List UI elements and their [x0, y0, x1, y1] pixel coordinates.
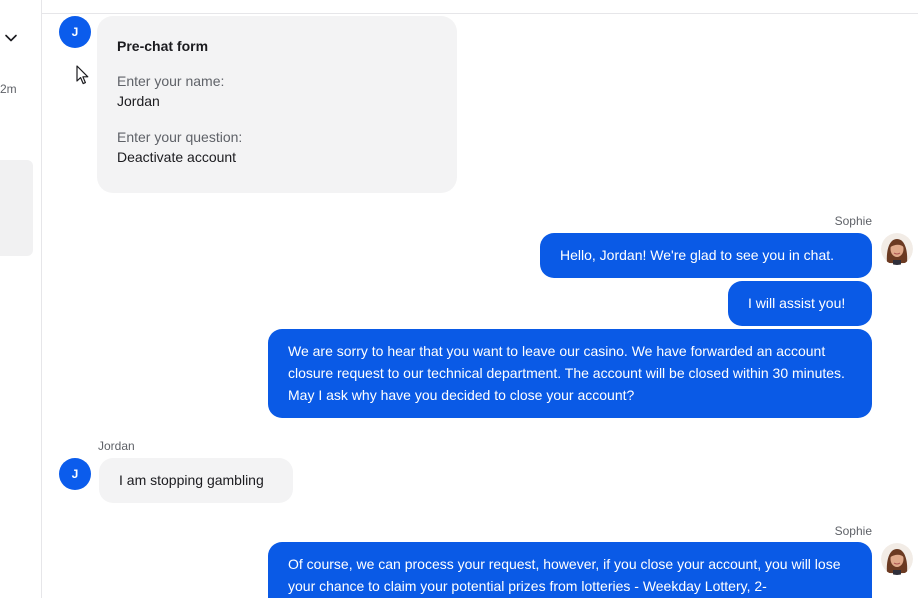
visitor-message-bubble: I am stopping gambling	[99, 458, 293, 503]
message-sender-name: Jordan	[98, 439, 135, 453]
message-sender-name: Sophie	[834, 214, 872, 228]
prechat-answer: Deactivate account	[117, 149, 237, 165]
agent-message-bubble: Hello, Jordan! We're glad to see you in …	[540, 233, 872, 278]
agent-avatar	[881, 233, 913, 265]
agent-avatar	[881, 543, 913, 575]
prechat-form-title: Pre-chat form	[117, 38, 209, 54]
mouse-cursor-icon	[76, 65, 89, 85]
prechat-form-card: Pre-chat form Enter your name: Jordan En…	[97, 16, 457, 193]
agent-avatar-photo-icon	[881, 233, 913, 265]
agent-message-bubble: We are sorry to hear that you want to le…	[268, 329, 872, 418]
visitor-avatar: J	[59, 458, 91, 490]
agent-message-bubble: I will assist you!	[728, 281, 872, 326]
visitor-avatar: J	[59, 16, 91, 48]
conversation-time: 2m	[0, 82, 17, 96]
chevron-down-icon[interactable]	[3, 30, 19, 46]
conversation-list-sidebar: 2m	[0, 0, 42, 598]
prechat-question: Enter your question:	[117, 129, 243, 145]
message-sender-name: Sophie	[834, 524, 872, 538]
header-divider	[42, 13, 918, 14]
conversation-list-item[interactable]	[0, 160, 33, 256]
agent-message-bubble: Of course, we can process your request, …	[268, 542, 872, 598]
agent-avatar-photo-icon	[881, 543, 913, 575]
prechat-question: Enter your name:	[117, 73, 225, 89]
prechat-answer: Jordan	[117, 93, 160, 109]
